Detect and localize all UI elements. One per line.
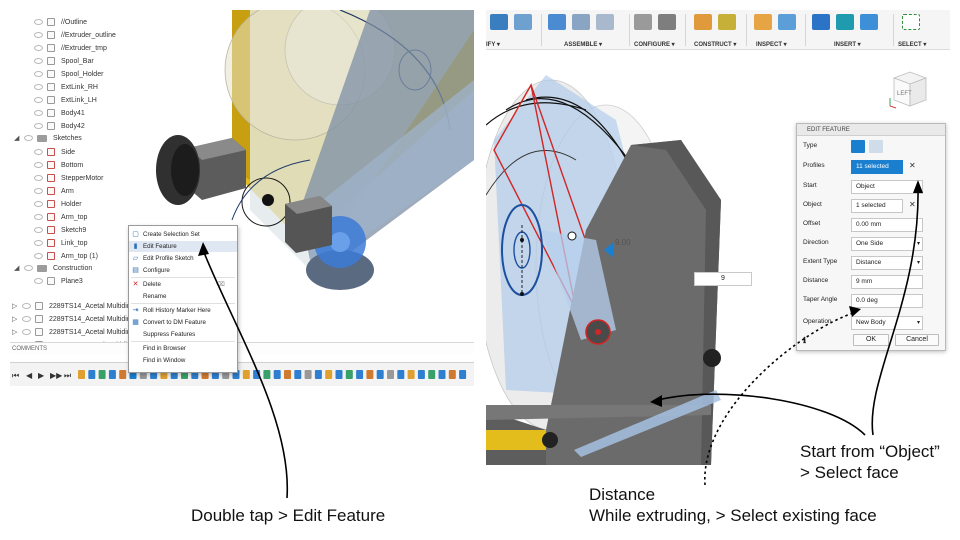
caption-start-line1: Start from “Object” bbox=[800, 442, 940, 461]
callout-arrow-start bbox=[871, 187, 919, 436]
caption-distance-line1: Distance bbox=[589, 485, 656, 504]
caption-start-line2: > Select face bbox=[800, 463, 899, 482]
caption-distance-line2: While extruding, > Select existing face bbox=[589, 506, 877, 525]
callout-arrow-left bbox=[202, 249, 289, 499]
caption-edit-feature: Double tap > Edit Feature bbox=[191, 506, 386, 525]
callout-arrow-face bbox=[657, 393, 866, 436]
